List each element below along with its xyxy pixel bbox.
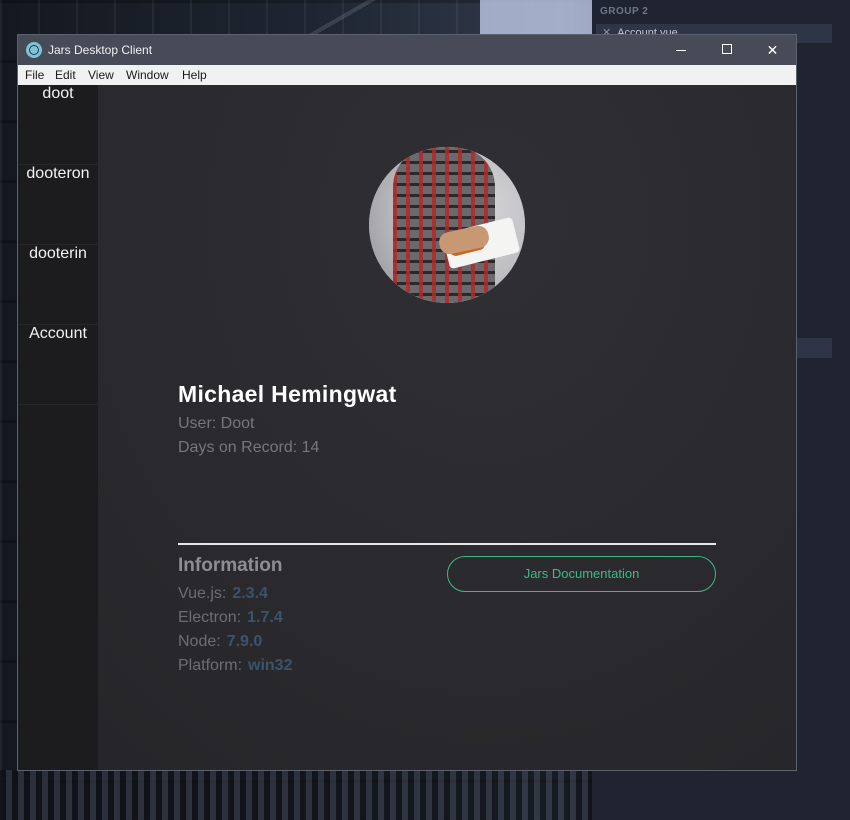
main-content: doot dooteron dooterin Account Michael H… bbox=[18, 85, 796, 770]
jars-documentation-button[interactable]: Jars Documentation bbox=[447, 556, 716, 592]
divider bbox=[178, 543, 716, 545]
profile-user: User: Doot bbox=[178, 415, 255, 432]
sidebar-item-doot[interactable]: doot bbox=[18, 85, 98, 165]
info-label: Platform: bbox=[178, 657, 243, 674]
menu-bar: File Edit View Window Help bbox=[18, 65, 796, 86]
information-heading: Information bbox=[178, 555, 283, 576]
close-button[interactable]: ✕ bbox=[750, 35, 795, 65]
editor-group-label: GROUP 2 bbox=[600, 6, 649, 17]
window-title: Jars Desktop Client bbox=[48, 43, 153, 57]
sidebar: doot dooteron dooterin Account bbox=[18, 85, 98, 770]
sidebar-item-label: Account bbox=[29, 325, 87, 342]
info-row-vue: Vue.js: 2.3.4 bbox=[178, 585, 268, 603]
sidebar-item-dooterin[interactable]: dooterin bbox=[18, 245, 98, 325]
electron-app-icon bbox=[26, 42, 42, 58]
maximize-button[interactable] bbox=[705, 35, 750, 65]
close-icon: ✕ bbox=[766, 42, 779, 58]
menu-help[interactable]: Help bbox=[182, 65, 207, 85]
menu-view[interactable]: View bbox=[88, 65, 114, 85]
info-value: 2.3.4 bbox=[232, 585, 268, 602]
info-row-platform: Platform: win32 bbox=[178, 657, 292, 675]
info-label: Node: bbox=[178, 633, 221, 650]
avatar bbox=[369, 147, 525, 303]
menu-file[interactable]: File bbox=[25, 65, 44, 85]
sidebar-item-dooteron[interactable]: dooteron bbox=[18, 165, 98, 245]
sidebar-item-account[interactable]: Account bbox=[18, 325, 98, 405]
app-window: Jars Desktop Client ✕ File Edit View Win… bbox=[17, 34, 797, 771]
menu-window[interactable]: Window bbox=[126, 65, 169, 85]
sidebar-item-label: dooteron bbox=[26, 165, 90, 182]
info-row-node: Node: 7.9.0 bbox=[178, 633, 262, 651]
profile-days-on-record: Days on Record: 14 bbox=[178, 439, 320, 456]
sidebar-item-label: doot bbox=[42, 85, 74, 102]
minimize-button[interactable] bbox=[659, 35, 704, 65]
maximize-icon bbox=[722, 44, 732, 54]
info-row-electron: Electron: 1.7.4 bbox=[178, 609, 283, 627]
sidebar-item-label: dooterin bbox=[29, 245, 87, 262]
info-label: Electron: bbox=[178, 609, 242, 626]
info-value: win32 bbox=[248, 657, 293, 674]
building-base bbox=[0, 770, 592, 820]
info-value: 1.7.4 bbox=[247, 609, 283, 626]
menu-edit[interactable]: Edit bbox=[55, 65, 76, 85]
editor-highlight-row bbox=[796, 338, 832, 358]
info-value: 7.9.0 bbox=[226, 633, 263, 650]
title-bar[interactable]: Jars Desktop Client ✕ bbox=[18, 35, 796, 65]
profile-name: Michael Hemingwat bbox=[178, 381, 397, 407]
minimize-icon bbox=[676, 50, 686, 51]
info-label: Vue.js: bbox=[178, 585, 227, 602]
